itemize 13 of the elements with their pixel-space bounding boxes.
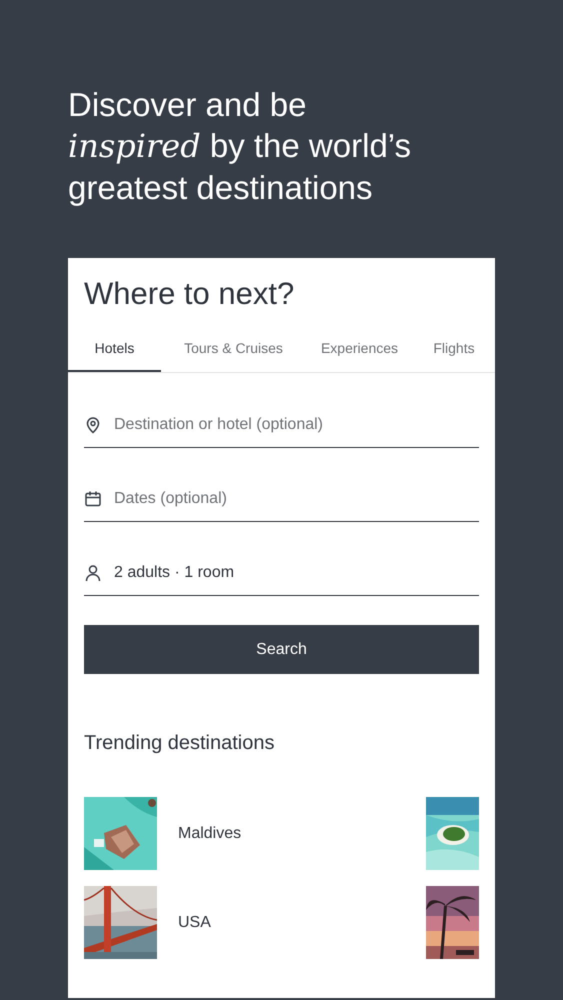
search-button[interactable]: Search <box>84 625 479 674</box>
headline: Discover and be inspired by the world’s greatest destinations <box>68 85 412 208</box>
destination-field[interactable]: Destination or hotel (optional) <box>114 416 479 434</box>
tab[interactable]: Flights <box>413 330 495 372</box>
card-title: Where to next? <box>83 275 296 313</box>
tab[interactable]: Tours & Cruises <box>161 330 306 372</box>
section-title: Trending destinations <box>84 732 276 755</box>
guests-field[interactable]: 2 adults · 1 room <box>114 564 479 582</box>
dates-field[interactable]: Dates (optional) <box>114 490 479 508</box>
destination-name[interactable]: USA <box>178 914 426 932</box>
tab[interactable]: Hotels <box>68 330 161 372</box>
tab[interactable]: Experiences <box>306 330 413 372</box>
destination-name[interactable]: Maldives <box>178 824 426 842</box>
